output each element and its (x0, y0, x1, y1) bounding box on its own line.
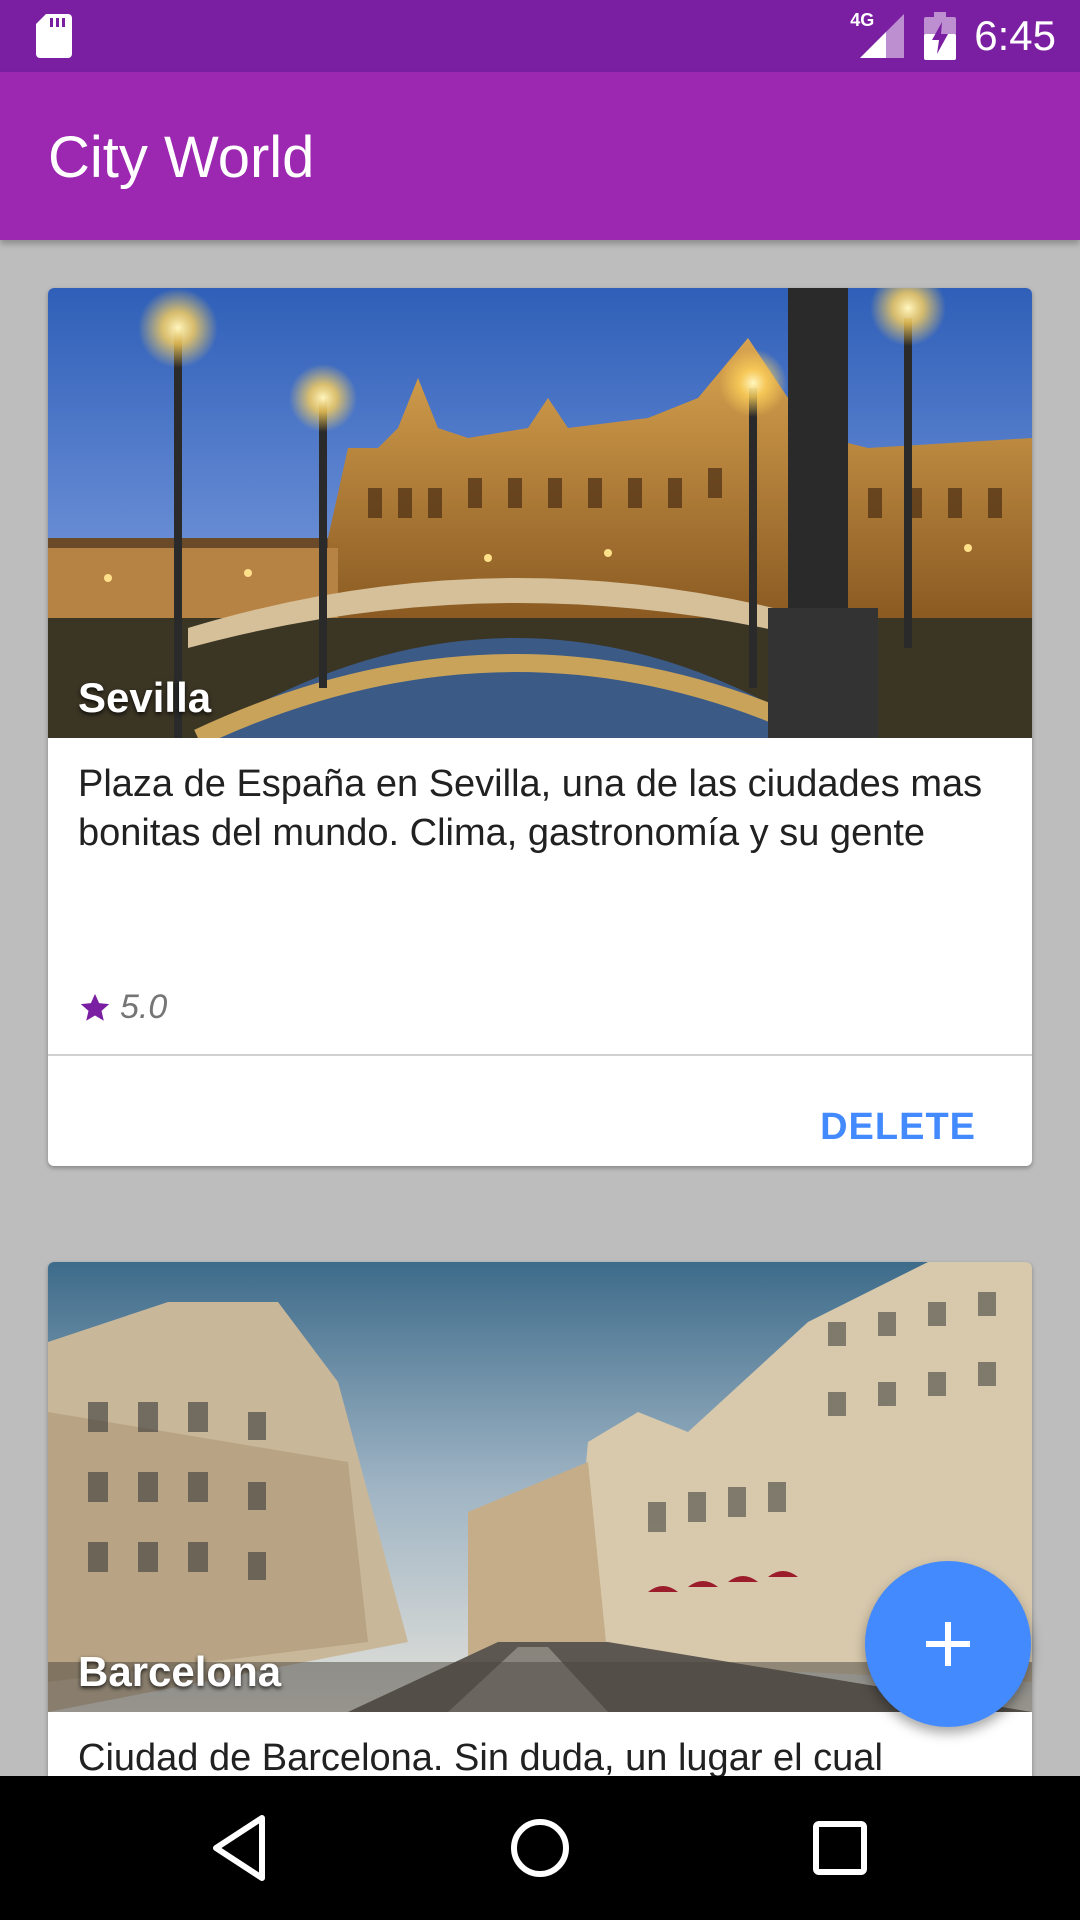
city-name: Sevilla (78, 674, 212, 721)
city-description: Ciudad de Barcelona. Sin duda, un lugar … (78, 1737, 883, 1776)
status-bar: 4G 6:45 (0, 0, 1080, 72)
city-card[interactable]: Barcelona Ciudad de Barcelona. Sin duda,… (48, 1262, 1032, 1776)
recents-icon[interactable] (800, 1808, 880, 1888)
sd-card-icon (36, 14, 72, 58)
status-time: 6:45 (974, 12, 1056, 59)
app-title: City World (48, 125, 315, 190)
network-type: 4G (850, 10, 875, 30)
card-divider (48, 1054, 1032, 1056)
rating-value: 5.0 (120, 988, 168, 1026)
battery-charging-icon (924, 12, 957, 60)
city-list[interactable]: Sevilla Plaza de España en Sevilla, una … (0, 240, 1080, 1776)
city-name: Barcelona (78, 1648, 282, 1695)
city-image: Sevilla (48, 288, 1032, 738)
back-icon[interactable] (200, 1808, 280, 1888)
signal-icon: 4G (850, 10, 906, 60)
star-icon (80, 993, 110, 1021)
home-icon[interactable] (500, 1808, 580, 1888)
plus-icon (926, 1622, 970, 1666)
city-card[interactable]: Sevilla Plaza de España en Sevilla, una … (48, 288, 1032, 1166)
city-description: Plaza de España en Sevilla, una de las c… (78, 763, 983, 854)
rating: 5.0 (78, 988, 167, 1027)
app-bar: City World (0, 72, 1080, 240)
delete-button[interactable]: DELETE (820, 1106, 976, 1149)
add-city-button[interactable] (865, 1561, 1031, 1727)
navigation-bar (0, 1776, 1080, 1920)
